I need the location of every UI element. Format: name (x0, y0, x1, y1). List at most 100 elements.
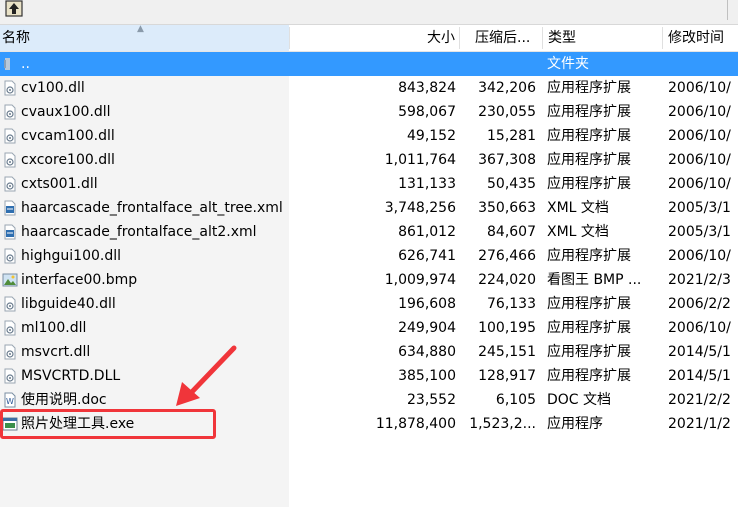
file-name: ml100.dll (21, 320, 87, 336)
up-arrow-icon (5, 0, 23, 17)
image-file-icon (2, 272, 18, 288)
column-header-type[interactable]: 类型 (542, 25, 662, 51)
file-modified (668, 52, 738, 76)
file-compressed: 76,133 (487, 296, 536, 312)
file-compressed (459, 52, 536, 76)
column-header-modified[interactable]: 修改时间 (662, 25, 738, 51)
file-row[interactable]: haarcascade_frontalface_alt_tree.xml 3,74… (0, 196, 738, 220)
file-name: haarcascade_frontalface_alt2.xml (21, 224, 257, 240)
file-name: cvcam100.dll (21, 128, 115, 144)
column-size-label: 大小 (427, 30, 455, 46)
up-folder-button[interactable] (4, 0, 26, 18)
highlight-box (0, 409, 216, 439)
file-name: interface00.bmp (21, 272, 138, 288)
file-size: 598,067 (398, 104, 456, 120)
dll-file-icon (2, 296, 18, 312)
file-compressed: 367,308 (478, 152, 536, 168)
sort-ascending-icon: ▲ (137, 24, 144, 34)
file-row[interactable]: MSVCRTD.DLL 385,100 128,917 应用程序扩展 2014/5/1 (0, 364, 738, 388)
file-type: 应用程序扩展 (547, 344, 631, 360)
file-modified: 2014/5/1 (668, 344, 731, 360)
file-modified: 2005/3/1 (668, 200, 731, 216)
column-compressed-label: 压缩后... (475, 30, 531, 46)
xml-file-icon (2, 224, 18, 240)
file-size: 634,880 (398, 344, 456, 360)
file-size: 131,133 (398, 176, 456, 192)
file-modified: 2021/2/2 (668, 392, 731, 408)
file-size: 843,824 (398, 80, 456, 96)
file-row[interactable]: cvaux100.dll 598,067 230,055 应用程序扩展 2006/10/ (0, 100, 738, 124)
file-name: cxcore100.dll (21, 152, 115, 168)
column-header-size[interactable]: 大小 (289, 25, 459, 51)
file-modified: 2006/10/ (668, 80, 731, 96)
file-modified: 2006/10/ (668, 248, 731, 264)
file-row[interactable]: haarcascade_frontalface_alt2.xml 861,012 8… (0, 220, 738, 244)
file-size: 23,552 (407, 392, 456, 408)
dll-file-icon (2, 104, 18, 120)
file-type: 应用程序扩展 (547, 248, 631, 264)
file-compressed: 128,917 (478, 368, 536, 384)
file-size: 861,012 (398, 224, 456, 240)
file-compressed: 84,607 (487, 224, 536, 240)
file-name: cvaux100.dll (21, 104, 111, 120)
column-type-label: 类型 (548, 30, 576, 46)
file-row[interactable]: interface00.bmp 1,009,974 224,020 看图王 BMP .… (0, 268, 738, 292)
file-type: 应用程序扩展 (547, 152, 631, 168)
file-row[interactable]: cxcore100.dll 1,011,764 367,308 应用程序扩展 2006/… (0, 148, 738, 172)
file-type: 应用程序扩展 (547, 80, 631, 96)
file-modified: 2006/10/ (668, 320, 731, 336)
file-modified: 2006/10/ (668, 176, 731, 192)
word-doc-icon: W (2, 392, 18, 408)
file-compressed: 15,281 (487, 128, 536, 144)
file-row[interactable]: cvcam100.dll 49,152 15,281 应用程序扩展 2006/10/ (0, 124, 738, 148)
file-size: 196,608 (398, 296, 456, 312)
file-size: 1,009,974 (384, 272, 456, 288)
file-type: 应用程序 (547, 416, 603, 432)
file-type: 应用程序扩展 (547, 128, 631, 144)
xml-file-icon (2, 200, 18, 216)
column-header-compressed[interactable]: 压缩后... (459, 25, 542, 51)
file-modified: 2014/5/1 (668, 368, 731, 384)
file-row[interactable]: msvcrt.dll 634,880 245,151 应用程序扩展 2014/5/1 (0, 340, 738, 364)
file-size (289, 52, 456, 76)
file-type: XML 文档 (547, 200, 609, 216)
dll-file-icon (2, 320, 18, 336)
file-name: .. (21, 56, 30, 72)
file-compressed: 245,151 (478, 344, 536, 360)
file-row[interactable]: ml100.dll 249,904 100,195 应用程序扩展 2006/10/ (0, 316, 738, 340)
file-compressed: 50,435 (487, 176, 536, 192)
file-size: 49,152 (407, 128, 456, 144)
file-type: 应用程序扩展 (547, 320, 631, 336)
file-name: cv100.dll (21, 80, 85, 96)
dll-file-icon (2, 80, 18, 96)
file-compressed: 224,020 (478, 272, 536, 288)
column-header-name[interactable]: 名称 (0, 25, 289, 51)
file-size: 385,100 (398, 368, 456, 384)
file-type: 应用程序扩展 (547, 176, 631, 192)
file-size: 3,748,256 (384, 200, 456, 216)
file-modified: 2021/1/2 (668, 416, 731, 432)
file-compressed: 276,466 (478, 248, 536, 264)
dll-file-icon (2, 344, 18, 360)
file-name: highgui100.dll (21, 248, 122, 264)
file-compressed: 230,055 (478, 104, 536, 120)
file-row[interactable]: cxts001.dll 131,133 50,435 应用程序扩展 2006/10/ (0, 172, 738, 196)
file-modified: 2021/2/3 (668, 272, 731, 288)
file-row[interactable]: cv100.dll 843,824 342,206 应用程序扩展 2006/10/ (0, 76, 738, 100)
file-size: 626,741 (398, 248, 456, 264)
file-size: 249,904 (398, 320, 456, 336)
file-modified: 2006/2/2 (668, 296, 731, 312)
file-type: XML 文档 (547, 224, 609, 240)
file-row[interactable]: highgui100.dll 626,741 276,466 应用程序扩展 2006/1… (0, 244, 738, 268)
file-compressed: 100,195 (478, 320, 536, 336)
file-type: 应用程序扩展 (547, 296, 631, 312)
dll-file-icon (2, 368, 18, 384)
file-row-parent-folder[interactable]: .. 文件夹 (0, 52, 738, 76)
file-row[interactable]: libguide40.dll 196,608 76,133 应用程序扩展 2006/2/… (0, 292, 738, 316)
file-type: 文件夹 (547, 56, 589, 72)
file-size: 11,878,400 (375, 416, 456, 432)
file-compressed: 1,523,2... (469, 416, 536, 432)
file-compressed: 342,206 (478, 80, 536, 96)
file-modified: 2005/3/1 (668, 224, 731, 240)
svg-text:W: W (6, 397, 14, 406)
